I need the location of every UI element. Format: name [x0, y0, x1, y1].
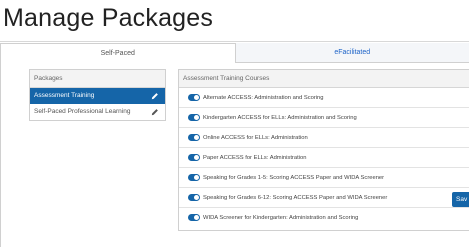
courses-panel: Assessment Training Courses Alternate AC…: [178, 69, 469, 231]
courses-header: Assessment Training Courses: [179, 70, 469, 88]
pencil-icon[interactable]: [151, 92, 159, 100]
package-item-label: Self-Paced Professional Learning: [34, 108, 131, 115]
package-item-self-paced-professional-learning[interactable]: Self-Paced Professional Learning: [30, 104, 165, 120]
course-label: Speaking for Grades 1-5: Scoring ACCESS …: [203, 175, 385, 181]
course-toggle[interactable]: [188, 154, 200, 161]
toggle-knob: [194, 155, 199, 160]
course-toggle[interactable]: [188, 174, 200, 181]
course-toggle[interactable]: [188, 194, 200, 201]
packages-panel: Packages Assessment Training Self-Paced …: [29, 69, 166, 121]
package-item-label: Assessment Training: [34, 92, 95, 99]
course-toggle[interactable]: [188, 134, 200, 141]
pencil-icon[interactable]: [151, 108, 159, 116]
course-label: Alternate ACCESS: Administration and Sco…: [203, 95, 324, 101]
title-bar: Manage Packages: [0, 0, 469, 42]
course-toggle[interactable]: [188, 94, 200, 101]
course-label: WIDA Screener for Kindergarten: Administ…: [203, 215, 359, 221]
toggle-knob: [194, 95, 199, 100]
tab-self-paced[interactable]: Self-Paced: [0, 43, 236, 63]
course-row: Kindergarten ACCESS for ELLs: Administra…: [179, 108, 469, 128]
toggle-knob: [194, 135, 199, 140]
page-title: Manage Packages: [3, 4, 214, 32]
course-row: Alternate ACCESS: Administration and Sco…: [179, 88, 469, 108]
course-label: Speaking for Grades 6-12: Scoring ACCESS…: [203, 195, 388, 201]
course-row: WIDA Screener for Kindergarten: Administ…: [179, 208, 469, 228]
course-row: Online ACCESS for ELLs: Administration: [179, 128, 469, 148]
course-row: Paper ACCESS for ELLs: Administration: [179, 148, 469, 168]
package-item-assessment-training[interactable]: Assessment Training: [30, 88, 165, 104]
save-button[interactable]: Sav: [452, 192, 469, 207]
toggle-knob: [194, 115, 199, 120]
tab-efacilitated[interactable]: eFacilitated: [235, 43, 469, 63]
toggle-knob: [194, 175, 199, 180]
course-label: Kindergarten ACCESS for ELLs: Administra…: [203, 115, 357, 121]
toggle-knob: [194, 195, 199, 200]
course-toggle[interactable]: [188, 114, 200, 121]
toggle-knob: [194, 215, 199, 220]
course-label: Paper ACCESS for ELLs: Administration: [203, 155, 307, 161]
tab-content: Packages Assessment Training Self-Paced …: [0, 63, 469, 247]
course-toggle[interactable]: [188, 214, 200, 221]
tab-bar: Self-Paced eFacilitated: [0, 43, 469, 63]
course-row: Speaking for Grades 1-5: Scoring ACCESS …: [179, 168, 469, 188]
course-label: Online ACCESS for ELLs: Administration: [203, 135, 308, 141]
packages-header: Packages: [30, 70, 165, 88]
course-row: Speaking for Grades 6-12: Scoring ACCESS…: [179, 188, 469, 208]
